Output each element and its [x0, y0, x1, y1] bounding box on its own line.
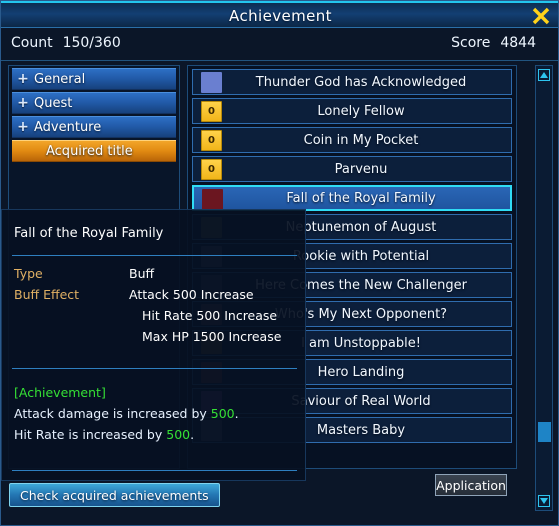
count-label: Count	[11, 35, 53, 51]
buff-effect-value-2: Max HP 1500 Increase	[142, 329, 282, 344]
sidebar-item-label: General	[34, 71, 86, 87]
sidebar-item-acquired-title[interactable]: Acquired title	[12, 140, 176, 162]
crown-icon	[202, 189, 223, 210]
desc-2-post: .	[190, 427, 195, 442]
achievement-label: Parvenu	[334, 161, 388, 177]
page-title: Achievement	[229, 7, 332, 25]
triangle-up-icon[interactable]	[538, 69, 550, 81]
sidebar-item-label: Acquired title	[46, 143, 133, 159]
sidebar-item-label: Adventure	[34, 119, 102, 135]
coin-icon: 0	[201, 159, 222, 180]
tooltip-title: Fall of the Royal Family	[14, 226, 164, 241]
sidebar-item-adventure[interactable]: + Adventure	[12, 116, 176, 138]
achievement-row[interactable]: 0 Parvenu	[192, 156, 512, 182]
tooltip-buff-row: Buff Effect Attack 500 Increase	[14, 287, 299, 302]
tooltip-divider-bottom	[12, 470, 297, 471]
tooltip-stats: Type Buff Buff Effect Attack 500 Increas…	[14, 266, 299, 350]
score-group: Score 4844	[451, 35, 536, 51]
tooltip-divider-mid	[12, 368, 297, 369]
achievement-label: Thunder God has Acknowledged	[255, 74, 467, 90]
desc-1-num: 500	[210, 406, 235, 421]
achievement-label: Fall of the Royal Family	[286, 190, 436, 206]
triangle-down-icon[interactable]	[538, 495, 550, 507]
description-line-2: Hit Rate is increased by 500.	[14, 424, 299, 445]
achievement-label: Coin in My Pocket	[303, 132, 419, 148]
desc-1-pre: Attack damage is increased by	[14, 406, 211, 421]
achievement-row[interactable]: Thunder God has Acknowledged	[192, 69, 512, 95]
achievement-row[interactable]: 0 Coin in My Pocket	[192, 127, 512, 153]
buff-effect-value-0: Attack 500 Increase	[129, 287, 254, 302]
sidebar-item-quest[interactable]: + Quest	[12, 92, 176, 114]
achievement-row[interactable]: Fall of the Royal Family	[192, 185, 512, 211]
description-heading: [Achievement]	[14, 385, 106, 400]
coin-icon: 0	[201, 130, 222, 151]
stat-bar: Count 150/360 Score 4844	[1, 28, 558, 61]
sidebar-item-label: Quest	[34, 95, 73, 111]
tooltip-type-row: Type Buff	[14, 266, 299, 281]
tooltip-divider-top	[12, 255, 297, 256]
window-titlebar: Achievement	[1, 1, 558, 29]
sprite-icon	[201, 72, 222, 93]
scrollbar-thumb[interactable]	[538, 422, 551, 442]
score-value: 4844	[500, 35, 536, 51]
expand-plus-icon[interactable]: +	[12, 95, 34, 111]
desc-1-post: .	[234, 406, 239, 421]
achievement-label: Lonely Fellow	[317, 103, 405, 119]
type-value: Buff	[129, 266, 155, 281]
count-group: Count 150/360	[11, 35, 121, 51]
list-scrollbar[interactable]	[535, 65, 553, 511]
desc-2-pre: Hit Rate is increased by	[14, 427, 167, 442]
achievement-window: Achievement Count 150/360 Score 4844 + Gene…	[0, 0, 559, 526]
check-acquired-achievements-button[interactable]: Check acquired achievements	[9, 483, 220, 507]
close-icon[interactable]	[526, 4, 556, 29]
expand-plus-icon[interactable]: +	[12, 71, 34, 87]
sidebar-item-general[interactable]: + General	[12, 68, 176, 90]
type-label: Type	[14, 266, 43, 281]
description-line-1: Attack damage is increased by 500.	[14, 403, 299, 424]
achievement-tooltip: Fall of the Royal Family Type Buff Buff …	[1, 209, 306, 481]
expand-plus-icon[interactable]: +	[12, 119, 34, 135]
count-value: 150/360	[62, 35, 121, 51]
score-label: Score	[451, 35, 491, 51]
desc-2-num: 500	[166, 427, 191, 442]
achievement-row[interactable]: 0 Lonely Fellow	[192, 98, 512, 124]
coin-icon: 0	[201, 101, 222, 122]
buff-effect-value-1: Hit Rate 500 Increase	[142, 308, 278, 323]
buff-effect-label: Buff Effect	[14, 287, 80, 302]
tooltip-description: [Achievement] Attack damage is increased…	[14, 382, 299, 445]
application-button[interactable]: Application	[435, 474, 507, 496]
